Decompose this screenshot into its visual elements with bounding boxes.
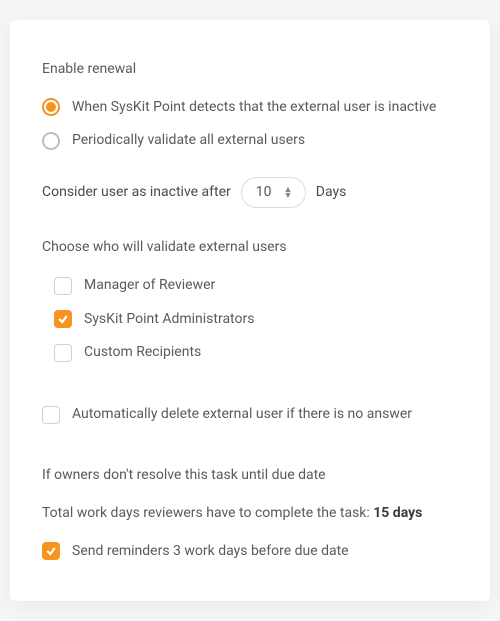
checkbox-auto-delete[interactable]: Automatically delete external user if th… [42,405,458,425]
checkbox-icon [54,344,72,362]
inactive-after-suffix: Days [316,183,347,203]
checkbox-label: Automatically delete external user if th… [72,405,412,425]
checkbox-icon [54,277,72,295]
validators-group: Manager of Reviewer SysKit Point Adminis… [42,276,458,363]
radio-icon [42,98,60,116]
total-work-days-line: Total work days reviewers have to comple… [42,504,458,524]
checkbox-label: Send reminders 3 work days before due da… [72,542,349,562]
inactive-after-row: Consider user as inactive after 10 ▲▼ Da… [42,177,458,209]
checkbox-label: Manager of Reviewer [84,276,215,296]
radio-option-inactive-detect[interactable]: When SysKit Point detects that the exter… [42,98,458,118]
checkbox-manager-of-reviewer[interactable]: Manager of Reviewer [54,276,458,296]
checkbox-syskit-admins[interactable]: SysKit Point Administrators [54,310,458,330]
checkbox-send-reminders[interactable]: Send reminders 3 work days before due da… [42,542,458,562]
radio-label: When SysKit Point detects that the exter… [72,98,436,118]
total-work-days-prefix: Total work days reviewers have to comple… [42,505,373,521]
checkbox-icon [42,542,60,560]
checkbox-icon [42,406,60,424]
radio-label: Periodically validate all external users [72,131,305,151]
inactive-after-prefix: Consider user as inactive after [42,183,231,203]
settings-card: Enable renewal When SysKit Point detects… [10,20,490,601]
checkbox-icon [54,310,72,328]
enable-renewal-title: Enable renewal [42,60,458,80]
checkbox-custom-recipients[interactable]: Custom Recipients [54,343,458,363]
validators-title: Choose who will validate external users [42,238,458,258]
total-work-days-value: 15 days [373,505,422,521]
checkbox-label: SysKit Point Administrators [84,310,254,330]
inactive-days-value: 10 [256,183,272,203]
checkbox-label: Custom Recipients [84,343,201,363]
enable-renewal-radio-group: When SysKit Point detects that the exter… [42,98,458,151]
radio-option-periodic-validate[interactable]: Periodically validate all external users [42,131,458,151]
radio-icon [42,132,60,150]
inactive-days-stepper[interactable]: 10 ▲▼ [241,177,306,209]
stepper-arrows-icon: ▲▼ [284,187,293,199]
due-date-intro: If owners don't resolve this task until … [42,466,458,486]
